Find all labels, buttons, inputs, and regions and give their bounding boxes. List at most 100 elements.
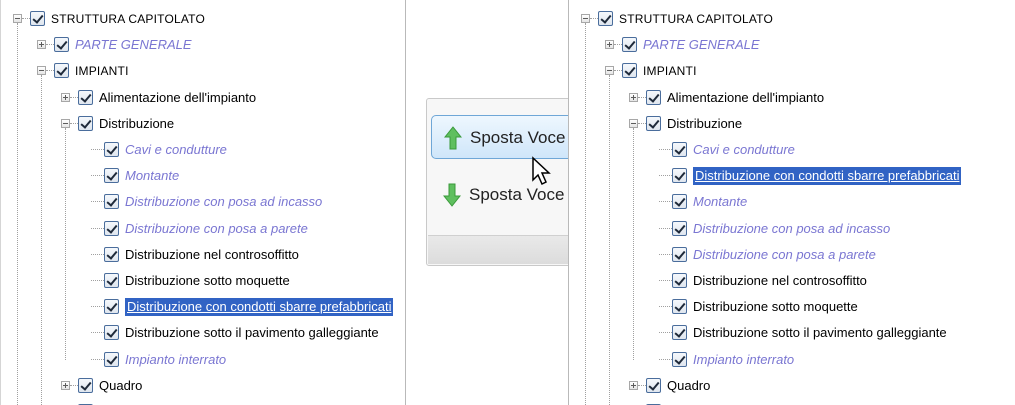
tree-node-label: Distribuzione con posa ad incasso: [125, 194, 323, 210]
checkbox-checked[interactable]: [104, 299, 119, 315]
tree-node-alimentazione[interactable]: Alimentazione dell'impianto: [569, 89, 1015, 107]
tree-node-leaf[interactable]: Cavi e condutture: [1, 141, 405, 159]
checkbox-checked[interactable]: [646, 115, 661, 131]
checkbox-checked[interactable]: [672, 246, 687, 262]
mouse-pointer-icon: [532, 156, 551, 186]
collapse-icon[interactable]: [629, 118, 638, 128]
checkbox-checked[interactable]: [104, 168, 119, 184]
checkbox-checked[interactable]: [672, 194, 687, 210]
tree-node-label: STRUTTURA CAPITOLATO: [619, 12, 774, 26]
tree-node-quadro[interactable]: Quadro: [569, 377, 1015, 395]
action-panel-footer: [428, 235, 590, 264]
checkbox-checked[interactable]: [30, 11, 45, 26]
tree-node-label: Cavi e condutture: [125, 142, 227, 157]
tree-node-label: Impianto interrato: [125, 351, 227, 367]
tree-node-label: Distribuzione con posa a parete: [125, 220, 308, 236]
checkbox-checked[interactable]: [646, 89, 661, 105]
checkbox-checked[interactable]: [672, 299, 687, 315]
checkbox-checked[interactable]: [104, 351, 119, 367]
tree-node-impianti[interactable]: IMPIANTI: [1, 62, 405, 80]
expand-icon[interactable]: [605, 40, 614, 50]
expand-icon[interactable]: [629, 380, 638, 390]
tree-node-root[interactable]: STRUTTURA CAPITOLATO: [569, 10, 1015, 28]
expand-icon[interactable]: [37, 40, 46, 50]
checkbox-checked[interactable]: [104, 273, 119, 288]
checkbox-checked[interactable]: [104, 325, 119, 341]
tree-node-label: PARTE GENERALE: [643, 37, 760, 53]
arrow-up-icon: [444, 126, 462, 150]
checkbox-checked[interactable]: [672, 351, 687, 367]
checkbox-checked[interactable]: [104, 246, 119, 262]
tree-node-leaf[interactable]: Distribuzione con posa a parete: [569, 246, 1015, 264]
checkbox-checked[interactable]: [672, 273, 687, 288]
tree-node-leaf[interactable]: Impianto interrato: [569, 351, 1015, 369]
right-tree-panel: STRUTTURA CAPITOLATO PARTE GENERALE IMPIAN…: [568, 0, 1015, 405]
expand-icon[interactable]: [61, 380, 70, 390]
checkbox-checked[interactable]: [78, 115, 93, 131]
tree-node-label: PARTE GENERALE: [75, 37, 192, 53]
collapse-icon[interactable]: [605, 66, 614, 76]
tree-node-label: Distribuzione con condotti sbarre prefab…: [125, 298, 394, 317]
tree-node-label: Cavi e condutture: [693, 142, 795, 157]
collapse-icon[interactable]: [37, 66, 46, 76]
tree-node-label: Distribuzione con posa a parete: [693, 246, 876, 262]
tree-node-label: Distribuzione sotto il pavimento gallegg…: [125, 325, 379, 341]
left-tree-panel: STRUTTURA CAPITOLATO PARTE GENERALE IMPIAN…: [0, 0, 406, 405]
move-up-button[interactable]: Sposta Voce: [431, 115, 587, 159]
collapse-icon[interactable]: [61, 118, 70, 128]
checkbox-checked[interactable]: [54, 37, 69, 53]
expand-icon[interactable]: [629, 92, 638, 102]
tree-node-leaf[interactable]: Distribuzione sotto il pavimento gallegg…: [569, 324, 1015, 342]
tree-node-leaf[interactable]: Distribuzione sotto il pavimento gallegg…: [1, 324, 405, 342]
checkbox-checked[interactable]: [672, 142, 687, 157]
tree-node-selected[interactable]: Distribuzione con condotti sbarre prefab…: [1, 298, 405, 317]
tree-node-distribuzione[interactable]: Distribuzione: [1, 115, 405, 133]
tree-node-leaf[interactable]: Montante: [1, 167, 405, 185]
expand-icon[interactable]: [61, 92, 70, 102]
checkbox-checked[interactable]: [54, 63, 69, 79]
tree-node-label: Alimentazione dell'impianto: [99, 89, 257, 105]
move-up-label: Sposta Voce: [470, 128, 566, 147]
move-down-button[interactable]: Sposta Voce: [431, 173, 587, 217]
tree-node-parte-generale[interactable]: PARTE GENERALE: [1, 36, 405, 54]
tree-node-label: Quadro: [667, 377, 711, 393]
tree-node-alimentazione[interactable]: Alimentazione dell'impianto: [1, 89, 405, 107]
tree-node-quadro[interactable]: Quadro: [1, 377, 405, 395]
tree-node-leaf[interactable]: Distribuzione sotto moquette: [569, 298, 1015, 316]
tree-node-leaf[interactable]: Distribuzione con posa ad incasso: [1, 193, 405, 211]
checkbox-checked[interactable]: [622, 37, 637, 53]
checkbox-checked[interactable]: [672, 168, 687, 184]
tree-view: STRUTTURA CAPITOLATO PARTE GENERALE IMPIAN…: [569, 0, 1015, 405]
checkbox-checked[interactable]: [78, 377, 93, 393]
checkbox-checked[interactable]: [104, 194, 119, 210]
tree-node-root[interactable]: STRUTTURA CAPITOLATO: [1, 10, 405, 28]
tree-node-leaf[interactable]: Distribuzione sotto moquette: [1, 272, 405, 290]
checkbox-checked[interactable]: [672, 325, 687, 341]
checkbox-checked[interactable]: [598, 11, 613, 26]
collapse-icon[interactable]: [13, 14, 22, 23]
collapse-icon[interactable]: [581, 14, 590, 23]
arrow-down-icon: [443, 183, 461, 207]
checkbox-checked[interactable]: [104, 220, 119, 236]
tree-node-label: Distribuzione con posa ad incasso: [693, 220, 891, 236]
tree-node-distribuzione[interactable]: Distribuzione: [569, 115, 1015, 133]
tree-node-impianti[interactable]: IMPIANTI: [569, 62, 1015, 80]
tree-node-label: Distribuzione sotto il pavimento gallegg…: [693, 325, 947, 341]
checkbox-checked[interactable]: [646, 377, 661, 393]
checkbox-checked[interactable]: [104, 142, 119, 157]
tree-node-parte-generale[interactable]: PARTE GENERALE: [569, 36, 1015, 54]
tree-node-leaf[interactable]: Distribuzione nel controsoffitto: [569, 272, 1015, 290]
tree-node-leaf[interactable]: Distribuzione con posa a parete: [1, 220, 405, 238]
tree-node-label: Impianto interrato: [693, 351, 795, 367]
tree-node-leaf[interactable]: Impianto interrato: [1, 351, 405, 369]
tree-node-leaf[interactable]: Cavi e condutture: [569, 141, 1015, 159]
tree-node-leaf[interactable]: Montante: [569, 193, 1015, 211]
checkbox-checked[interactable]: [672, 220, 687, 236]
tree-node-label: IMPIANTI: [643, 64, 697, 79]
tree-node-selected[interactable]: Distribuzione con condotti sbarre prefab…: [569, 167, 1015, 186]
checkbox-checked[interactable]: [78, 89, 93, 105]
tree-node-leaf[interactable]: Distribuzione nel controsoffitto: [1, 246, 405, 264]
tree-node-leaf[interactable]: Distribuzione con posa ad incasso: [569, 220, 1015, 238]
tree-node-label: Distribuzione: [99, 115, 175, 131]
checkbox-checked[interactable]: [622, 63, 637, 79]
